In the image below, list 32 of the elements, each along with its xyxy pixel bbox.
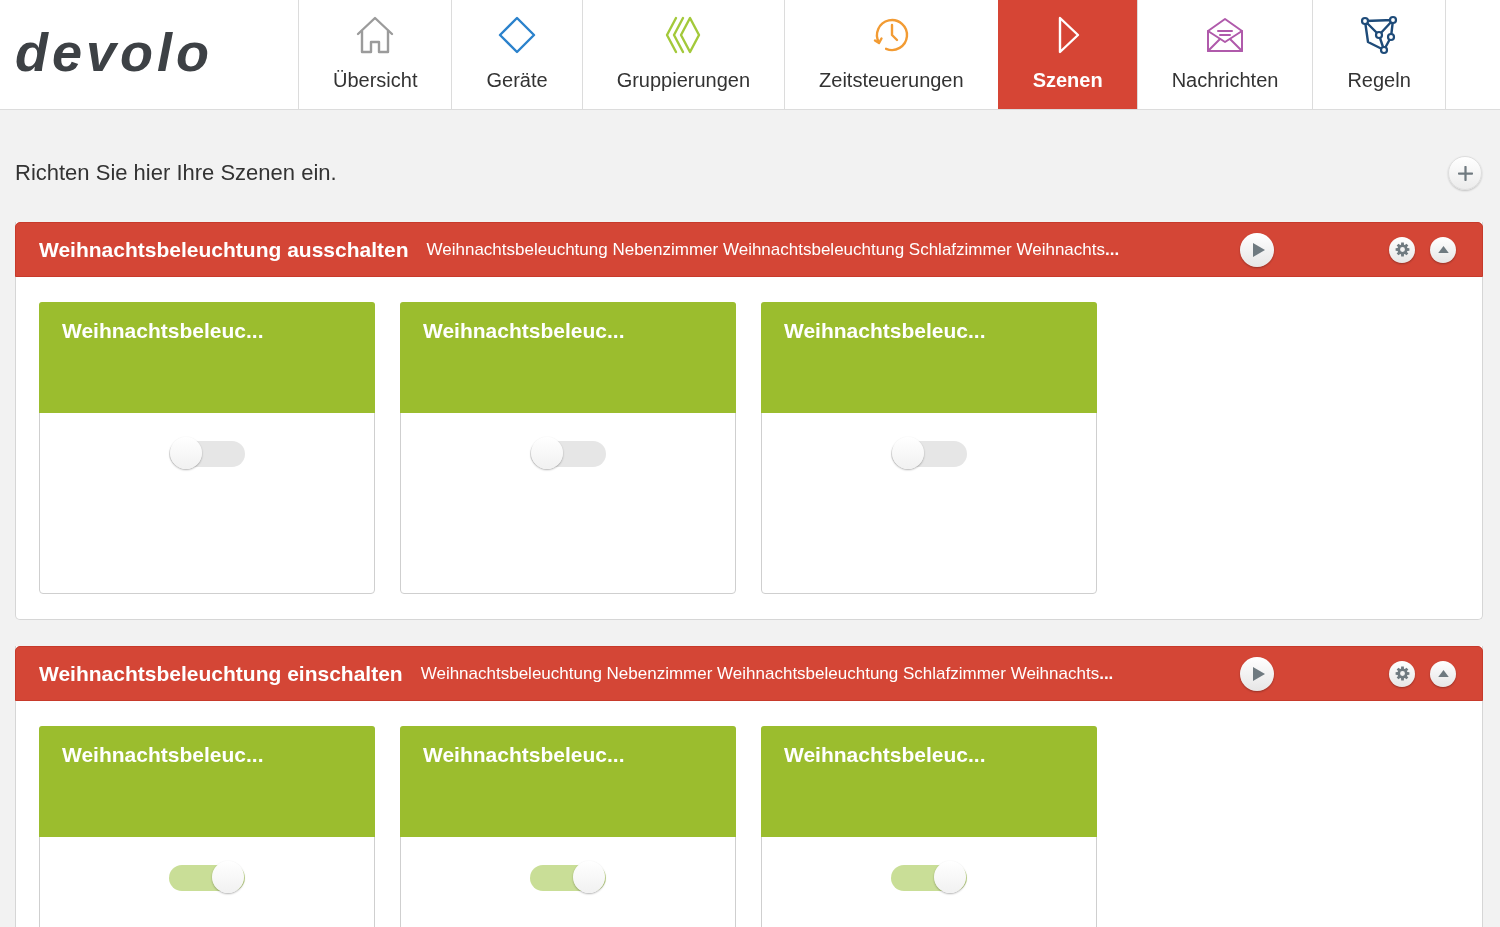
scene-devices: Weihnachtsbeleuchtung Nebenzimmer Weihnachtsbeleuchtung Schlafzimmer Weihnachts... bbox=[420, 663, 1114, 684]
collapse-button[interactable] bbox=[1430, 660, 1456, 687]
caret-up-icon bbox=[1437, 245, 1449, 253]
settings-button[interactable] bbox=[1389, 236, 1415, 263]
nav-tab[interactable]: Szenen bbox=[997, 0, 1137, 109]
device-title: Weihnachtsbeleuc... bbox=[423, 319, 625, 342]
diamond-icon bbox=[497, 15, 538, 55]
house-icon bbox=[355, 15, 396, 55]
nav-tab[interactable]: Regeln bbox=[1312, 0, 1446, 109]
add-button[interactable] bbox=[1448, 156, 1482, 190]
scene-devices: Weihnachtsbeleuchtung Nebenzimmer Weihnachtsbeleuchtung Schlafzimmer Weihnachts... bbox=[426, 239, 1120, 260]
play-icon bbox=[1252, 666, 1265, 681]
collapse-button[interactable] bbox=[1430, 236, 1456, 263]
device-title: Weihnachtsbeleuc... bbox=[423, 743, 625, 766]
scene-title: Weihnachtsbeleuchtung einschalten bbox=[39, 661, 403, 686]
gear-icon bbox=[1394, 242, 1410, 257]
device-title: Weihnachtsbeleuc... bbox=[62, 743, 264, 766]
network-icon bbox=[1359, 15, 1400, 55]
settings-button[interactable] bbox=[1389, 660, 1415, 687]
scene-title: Weihnachtsbeleuchtung ausschalten bbox=[39, 237, 409, 262]
device-title: Weihnachtsbeleuc... bbox=[784, 319, 986, 342]
play-button[interactable] bbox=[1240, 232, 1274, 267]
intro-text: Richten Sie hier Ihre Szenen ein. bbox=[15, 160, 337, 186]
play-icon bbox=[1252, 242, 1265, 257]
caret-up-icon bbox=[1437, 669, 1449, 677]
device-title: Weihnachtsbeleuc... bbox=[784, 743, 986, 766]
plus-icon bbox=[1457, 165, 1473, 181]
device-title: Weihnachtsbeleuc... bbox=[62, 319, 264, 342]
logo: devolo bbox=[15, 24, 214, 79]
gear-icon bbox=[1394, 666, 1410, 681]
play-button[interactable] bbox=[1240, 656, 1274, 691]
envelope-icon bbox=[1205, 15, 1245, 55]
